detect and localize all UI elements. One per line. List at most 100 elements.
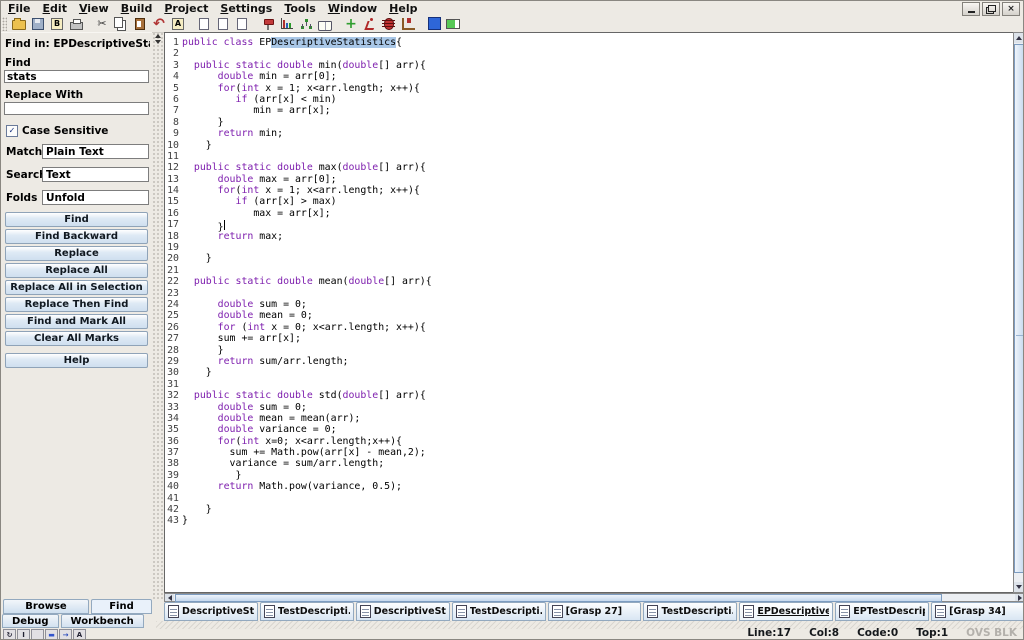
- match-select[interactable]: Plain Text: [42, 144, 149, 159]
- folds-select[interactable]: Unfold: [42, 190, 149, 205]
- save-icon[interactable]: [29, 16, 47, 31]
- insert-mode-icon[interactable]: I: [17, 629, 30, 639]
- tab-find[interactable]: Find: [91, 599, 152, 614]
- file-tab[interactable]: TestDescripti...: [643, 602, 738, 621]
- open-file-icon[interactable]: [10, 16, 28, 31]
- find-buttons: Find Find Backward Replace Replace All Repla…: [3, 212, 150, 346]
- replace-input[interactable]: [4, 102, 149, 115]
- find-input[interactable]: [4, 70, 149, 83]
- undo-icon[interactable]: ↶: [150, 16, 168, 31]
- code-line: 30 }: [167, 367, 212, 379]
- file-tab-label: DescriptiveSta...: [373, 606, 446, 617]
- file-icon: [551, 605, 563, 618]
- minimize-button[interactable]: [962, 2, 980, 16]
- csd-window-icon[interactable]: [425, 16, 443, 31]
- vertical-scroll-thumb[interactable]: [1014, 44, 1023, 573]
- menu-help[interactable]: Help: [384, 2, 424, 15]
- help-button[interactable]: Help: [5, 353, 148, 368]
- search-select[interactable]: Text: [42, 167, 149, 182]
- code-line: 11: [165, 151, 1013, 162]
- file-tab[interactable]: EPDescriptive...: [739, 602, 834, 621]
- menu-window[interactable]: Window: [323, 2, 384, 15]
- menu-settings[interactable]: Settings: [215, 2, 279, 15]
- split-window-icon[interactable]: ▬: [45, 629, 58, 639]
- left-arrow-icon: [167, 594, 172, 601]
- tab-workbench[interactable]: Workbench: [60, 614, 144, 628]
- file-tab[interactable]: [Grasp 34]: [931, 602, 1023, 621]
- new-file-icon[interactable]: [214, 16, 232, 31]
- cut-icon[interactable]: ✂: [93, 16, 111, 31]
- line-number: 30: [167, 367, 179, 379]
- menu-file[interactable]: File: [3, 2, 38, 15]
- line-number: 1: [173, 37, 179, 48]
- scroll-up-button[interactable]: [1014, 33, 1023, 43]
- line-number: 23: [167, 287, 179, 299]
- new-view-icon[interactable]: [195, 16, 213, 31]
- case-sensitive-checkbox[interactable]: ✓: [6, 125, 18, 137]
- menu-tools[interactable]: Tools: [279, 2, 322, 15]
- menu-build[interactable]: Build: [116, 2, 160, 15]
- line-number: 9: [173, 128, 179, 140]
- find-button[interactable]: Find: [5, 212, 148, 227]
- line-number: 27: [167, 333, 179, 345]
- run-icon[interactable]: [361, 16, 379, 31]
- find-and-mark-all-button[interactable]: Find and Mark All: [5, 314, 148, 329]
- clear-all-marks-button[interactable]: Clear All Marks: [5, 331, 148, 346]
- file-tab[interactable]: [Grasp 27]: [547, 602, 642, 621]
- toolbar-icons: B ✂ ↶ A +: [10, 16, 463, 31]
- file-tab[interactable]: DescriptiveSta...: [164, 602, 258, 621]
- status-line: Line:17: [747, 627, 792, 639]
- compile-icon[interactable]: +: [342, 16, 360, 31]
- goto-icon[interactable]: →: [59, 629, 72, 639]
- replace-button[interactable]: Replace: [5, 246, 148, 261]
- code-editor[interactable]: 1 public class EPDescriptiveStatistics{2 3…: [164, 32, 1013, 593]
- file-tab[interactable]: EPTestDescrip...: [835, 602, 930, 621]
- spacer-icon[interactable]: [31, 629, 44, 639]
- workbench-icon[interactable]: [399, 16, 417, 31]
- scroll-left-button[interactable]: [165, 594, 174, 601]
- blank-file-icon[interactable]: [233, 16, 251, 31]
- line-number: 37: [167, 447, 179, 459]
- menu-view[interactable]: View: [74, 2, 116, 15]
- debug-icon[interactable]: [380, 16, 398, 31]
- line-number: 2: [173, 48, 179, 60]
- bytecode-icon[interactable]: B: [48, 16, 66, 31]
- menu-project[interactable]: Project: [159, 2, 215, 15]
- pin-window-icon[interactable]: [259, 16, 277, 31]
- file-tab[interactable]: DescriptiveSta...: [355, 602, 450, 621]
- file-tab[interactable]: TestDescripti...: [259, 602, 354, 621]
- code-line: 19: [165, 242, 1013, 253]
- line-number: 40: [167, 481, 179, 493]
- progress-icon[interactable]: [444, 16, 462, 31]
- toolbar-drag-handle[interactable]: [2, 16, 7, 31]
- scroll-down-button[interactable]: [1014, 582, 1023, 592]
- menu-edit[interactable]: Edit: [38, 2, 74, 15]
- copy-icon[interactable]: [112, 16, 130, 31]
- hierarchy-icon[interactable]: [297, 16, 315, 31]
- find-backward-button[interactable]: Find Backward: [5, 229, 148, 244]
- font-icon[interactable]: A: [73, 629, 86, 639]
- line-number: 42: [167, 504, 179, 516]
- restore-button[interactable]: [982, 2, 1000, 16]
- replace-then-find-button[interactable]: Replace Then Find: [5, 297, 148, 312]
- up-arrow-icon: [1016, 36, 1022, 40]
- replace-all-button[interactable]: Replace All: [5, 263, 148, 278]
- paste-icon[interactable]: [131, 16, 149, 31]
- tab-browse[interactable]: Browse: [3, 599, 89, 614]
- scroll-right-button[interactable]: [1015, 594, 1023, 601]
- restore-icon: [988, 5, 996, 12]
- close-button[interactable]: ×: [1002, 2, 1020, 16]
- print-icon[interactable]: [67, 16, 85, 31]
- line-number: 14: [167, 185, 179, 197]
- find-replace-icon[interactable]: A: [169, 16, 187, 31]
- tab-debug[interactable]: Debug: [2, 614, 59, 628]
- splitter[interactable]: [152, 32, 164, 601]
- documentation-icon[interactable]: [316, 16, 334, 31]
- replace-all-in-selection-button[interactable]: Replace All in Selection: [5, 280, 148, 295]
- file-tab[interactable]: TestDescripti...: [451, 602, 546, 621]
- statistics-icon[interactable]: [278, 16, 296, 31]
- horizontal-scrollbar[interactable]: [164, 593, 1023, 602]
- refresh-icon[interactable]: ↻: [3, 629, 16, 639]
- vertical-scrollbar[interactable]: [1013, 32, 1023, 593]
- horizontal-scroll-thumb[interactable]: [175, 594, 942, 602]
